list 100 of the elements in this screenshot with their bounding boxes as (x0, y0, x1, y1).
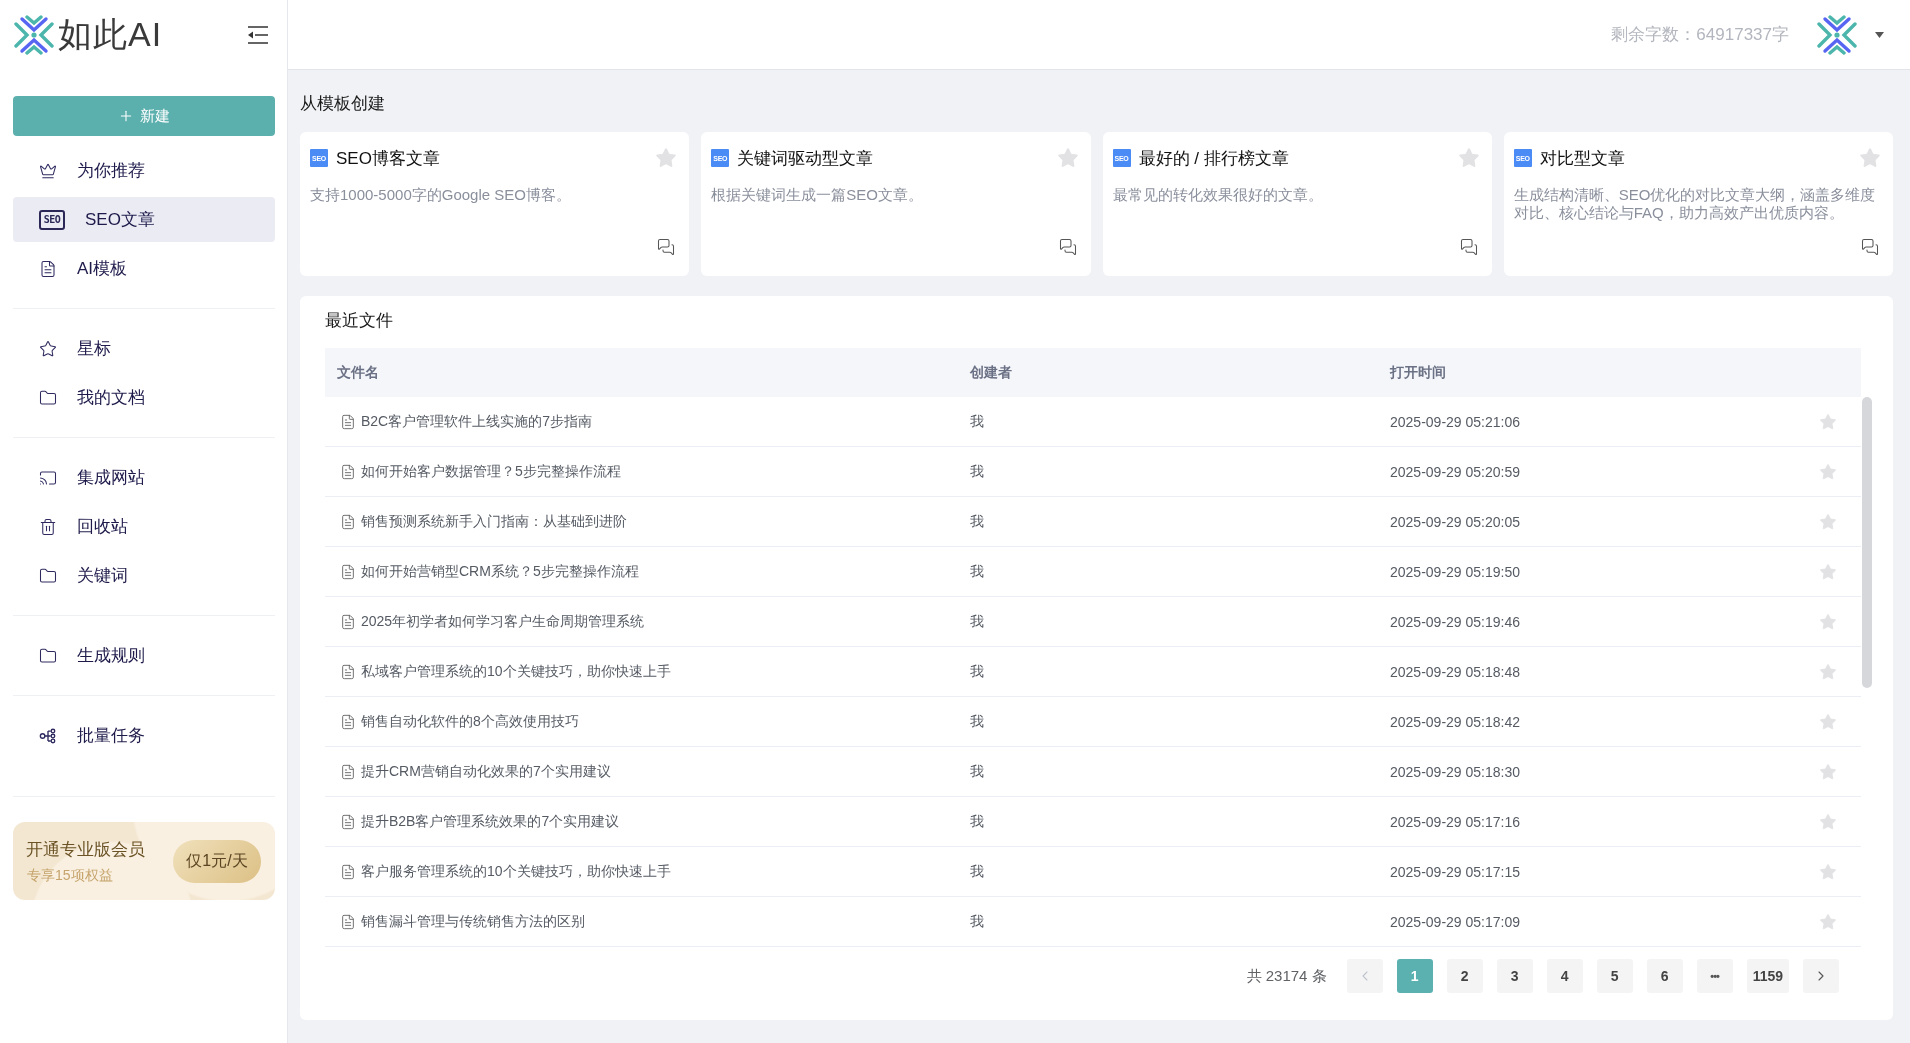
open-time: 2025-09-29 05:19:50 (1389, 563, 1521, 580)
file-name[interactable]: 提升B2B客户管理系统效果的7个实用建议 (361, 812, 620, 831)
creator-name: 我 (969, 812, 985, 831)
document-icon (340, 613, 356, 630)
star-icon[interactable] (1819, 812, 1837, 831)
document-icon (340, 763, 356, 780)
page-button[interactable]: 4 (1546, 959, 1583, 993)
star-icon[interactable] (655, 147, 678, 169)
sidebar-item[interactable]: 回收站 (13, 504, 275, 549)
star-icon[interactable] (1056, 147, 1079, 169)
sidebar-item[interactable]: 星标 (13, 326, 275, 371)
file-name[interactable]: B2C客户管理软件上线实施的7步指南 (361, 412, 593, 431)
folder-icon (39, 646, 57, 665)
logo-icon (14, 15, 54, 55)
file-name[interactable]: 销售预测系统新手入门指南：从基础到进阶 (361, 512, 627, 531)
creator-name: 我 (969, 562, 985, 581)
star-icon[interactable] (1457, 147, 1480, 169)
caret-down-icon[interactable] (1875, 31, 1884, 38)
promo-subtitle: 专享15项权益 (26, 866, 114, 885)
avatar-logo-icon[interactable] (1817, 14, 1857, 55)
upgrade-banner[interactable]: 开通专业版会员 专享15项权益 仅1元/天 (13, 822, 275, 900)
template-description: 根据关键词生成一篇SEO文章。 (711, 186, 924, 204)
promo-title: 开通专业版会员 (26, 838, 145, 861)
sidebar-item[interactable]: 我的文档 (13, 375, 275, 420)
template-description: 最常见的转化效果很好的文章。 (1112, 186, 1324, 204)
open-time: 2025-09-29 05:17:15 (1389, 863, 1521, 880)
creator-name: 我 (969, 912, 985, 931)
folder-icon (39, 566, 57, 585)
open-time: 2025-09-29 05:20:59 (1389, 463, 1521, 480)
star-icon[interactable] (1819, 912, 1837, 931)
price-button[interactable]: 仅1元/天 (173, 839, 261, 883)
file-name[interactable]: 销售自动化软件的8个高效使用技巧 (361, 712, 579, 731)
logo-text: 如此AI (58, 14, 163, 55)
star-icon[interactable] (1819, 712, 1837, 731)
file-name[interactable]: 私域客户管理系统的10个关键技巧，助你快速上手 (361, 662, 671, 681)
star-icon[interactable] (1819, 762, 1837, 781)
creator-name: 我 (969, 612, 985, 631)
crown-icon (39, 161, 57, 180)
scrollbar-thumb[interactable] (1862, 397, 1872, 688)
page-button[interactable]: 2 (1446, 959, 1483, 993)
template-title: SEO博客文章 (336, 147, 441, 170)
template-title: 最好的 / 排行榜文章 (1138, 147, 1290, 170)
star-icon[interactable] (1819, 462, 1837, 481)
star-icon[interactable] (1819, 412, 1837, 431)
page-button[interactable]: 6 (1646, 959, 1683, 993)
document-icon (340, 913, 356, 930)
file-name[interactable]: 客户服务管理系统的10个关键技巧，助你快速上手 (361, 862, 671, 881)
column-header: 文件名 (336, 363, 380, 382)
menu-collapse-icon[interactable] (247, 24, 269, 46)
file-name[interactable]: 2025年初学者如何学习客户生命周期管理系统 (361, 612, 645, 631)
document-icon (340, 813, 356, 830)
creator-name: 我 (969, 862, 985, 881)
star-icon[interactable] (1859, 147, 1881, 169)
panel-title: 最近文件 (325, 311, 394, 331)
star-icon[interactable] (1819, 662, 1837, 681)
file-name[interactable]: 如何开始营销型CRM系统？5步完整操作流程 (361, 562, 639, 581)
file-name[interactable]: 销售漏斗管理与传统销售方法的区别 (361, 912, 585, 931)
star-icon[interactable] (1819, 612, 1837, 631)
file-name[interactable]: 提升CRM营销自动化效果的7个实用建议 (361, 762, 611, 781)
open-time: 2025-09-29 05:17:16 (1389, 813, 1521, 830)
open-time: 2025-09-29 05:17:09 (1389, 913, 1521, 930)
star-icon[interactable] (1819, 862, 1837, 881)
open-time: 2025-09-29 05:18:30 (1389, 763, 1521, 780)
next-page-button[interactable] (1803, 959, 1839, 993)
document-icon (340, 563, 356, 580)
star-icon[interactable] (1819, 562, 1837, 581)
file-name[interactable]: 如何开始客户数据管理？5步完整操作流程 (361, 462, 621, 481)
template-description: 支持1000-5000字的Google SEO博客。 (310, 186, 572, 204)
sidebar-item[interactable]: 批量任务 (13, 713, 275, 758)
section-title: 从模板创建 (300, 94, 386, 114)
creator-name: 我 (969, 412, 985, 431)
page-button[interactable]: 5 (1596, 959, 1633, 993)
sidebar-item[interactable]: 集成网站 (13, 455, 275, 500)
template-title: 关键词驱动型文章 (737, 147, 875, 170)
sidebar-item[interactable]: 关键词 (13, 553, 275, 598)
creator-name: 我 (969, 512, 985, 531)
open-time: 2025-09-29 05:20:05 (1389, 513, 1521, 530)
template-description: 生成结构清晰、SEO优化的对比文章大纲，涵盖多维度对比、核心结论与FAQ，助力高效产出优质内容。 (1513, 186, 1877, 222)
more-pages-button[interactable]: ••• (1696, 959, 1733, 993)
page-button[interactable]: 3 (1496, 959, 1533, 993)
document-icon (340, 413, 356, 430)
sidebar-item[interactable]: AI模板 (13, 246, 275, 291)
sidebar-item[interactable]: 为你推荐 (13, 148, 275, 193)
star-icon[interactable] (1819, 512, 1837, 531)
folder-icon (39, 388, 57, 407)
column-header: 打开时间 (1388, 363, 1447, 382)
creator-name: 我 (969, 462, 985, 481)
chat-icon[interactable] (657, 238, 676, 256)
chat-icon[interactable] (1058, 238, 1077, 256)
open-time: 2025-09-29 05:18:48 (1389, 663, 1521, 680)
sidebar-item[interactable]: SEO SEO文章 (13, 197, 275, 242)
creator-name: 我 (969, 662, 985, 681)
sidebar-item[interactable]: 生成规则 (13, 633, 275, 678)
chat-icon[interactable] (1861, 238, 1879, 256)
open-time: 2025-09-29 05:21:06 (1389, 413, 1521, 430)
document-icon (340, 863, 356, 880)
seo-badge: SEO (39, 209, 65, 230)
page-button[interactable]: 1159 (1746, 959, 1789, 993)
chat-icon[interactable] (1459, 238, 1478, 256)
column-header: 创建者 (969, 363, 1013, 382)
